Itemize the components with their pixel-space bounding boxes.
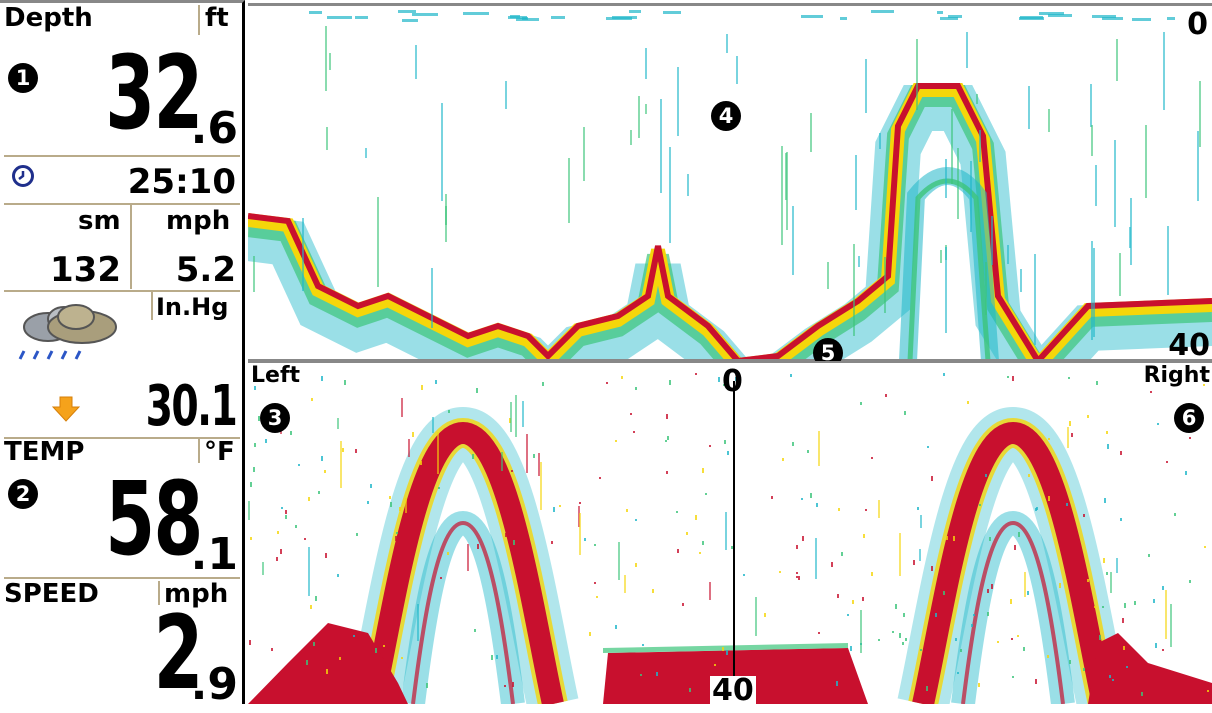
speed-decimal: .9 xyxy=(190,659,238,710)
side-imaging-view[interactable]: Left Right 0 40 3 6 xyxy=(248,361,1212,704)
side-scale-0: 0 xyxy=(722,364,743,399)
divider xyxy=(4,155,240,157)
top-scale-40: 40 xyxy=(1168,328,1210,361)
timer-value: 25:10 xyxy=(127,162,236,202)
temp-value: 58 xyxy=(105,460,204,579)
divider xyxy=(198,5,200,35)
callout-4: 4 xyxy=(711,101,741,131)
divider xyxy=(4,203,240,205)
left-label: Left xyxy=(251,363,301,388)
clock-icon xyxy=(12,165,34,187)
speed-label: SPEED xyxy=(4,579,99,609)
rain-cloud-icon xyxy=(12,303,122,363)
temp-decimal: .1 xyxy=(190,529,238,580)
divider xyxy=(130,205,132,289)
depth-unit: ft xyxy=(205,3,229,33)
digital-readout-panel: Depth ft 1 32 .6 25:10 sm mph 132 5.2 In… xyxy=(0,0,245,710)
depth-value: 32 xyxy=(105,34,204,153)
distance-unit: sm xyxy=(78,206,121,236)
depth-decimal: .6 xyxy=(190,103,238,154)
callout-5: 5 xyxy=(813,338,843,361)
sonar-2d-view[interactable]: 0 40 4 5 xyxy=(248,3,1212,361)
pressure-value: 30.1 xyxy=(145,374,237,439)
divider xyxy=(151,292,153,320)
callout-2: 2 xyxy=(8,479,38,509)
callout-1: 1 xyxy=(8,63,38,93)
top-scale-0: 0 xyxy=(1187,7,1208,42)
temp-label: TEMP xyxy=(4,437,85,467)
pressure-unit: In.Hg xyxy=(156,293,229,321)
distance-value: 132 xyxy=(50,250,121,290)
sonar-2d-returns xyxy=(248,10,1212,361)
arrow-down-icon xyxy=(51,395,81,428)
right-label: Right xyxy=(1143,363,1210,388)
divider xyxy=(4,290,240,292)
speed-small-unit: mph xyxy=(166,206,231,236)
temp-unit: °F xyxy=(204,437,235,467)
callout-3: 3 xyxy=(260,403,290,433)
callout-6: 6 xyxy=(1174,403,1204,433)
depth-label: Depth xyxy=(4,3,93,33)
speed-small-value: 5.2 xyxy=(175,250,236,290)
side-imaging-returns xyxy=(248,373,1212,704)
side-scale-40: 40 xyxy=(710,673,756,704)
center-line xyxy=(733,381,735,681)
